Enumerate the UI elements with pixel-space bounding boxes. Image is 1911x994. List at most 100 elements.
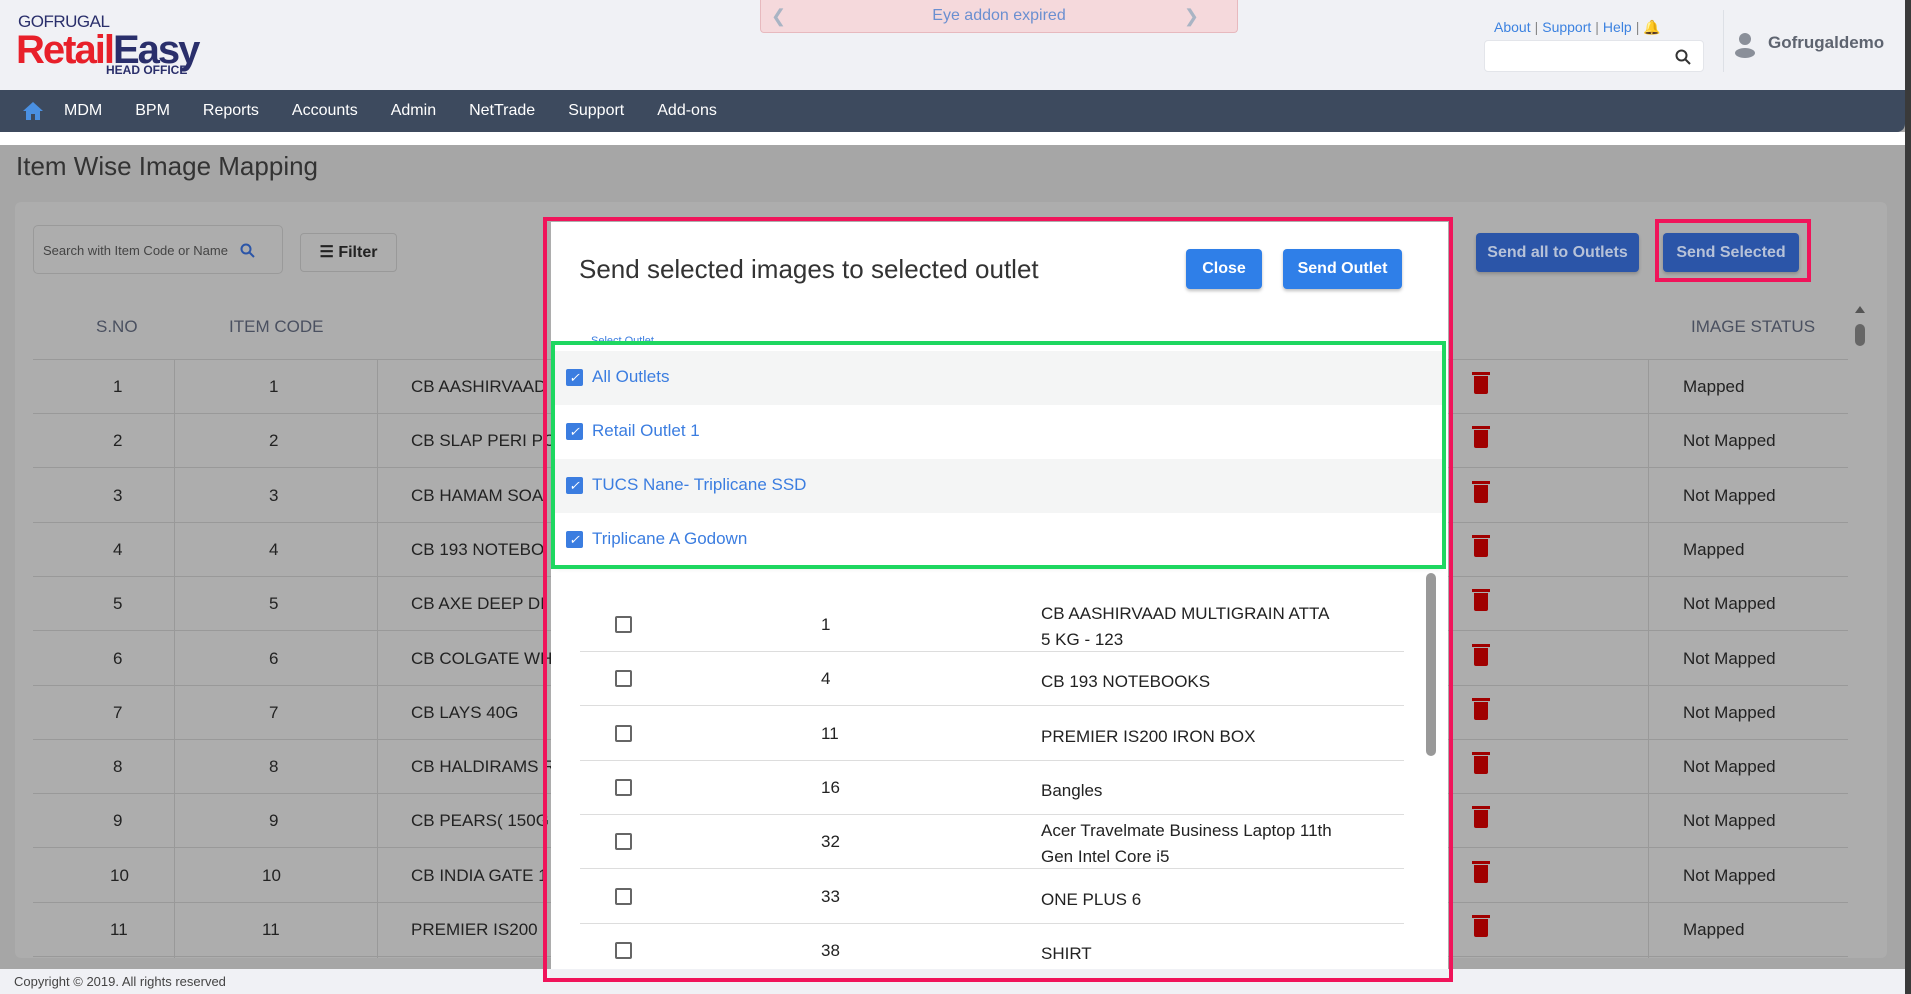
row-checkbox[interactable] (615, 833, 632, 851)
table-scrollbar[interactable] (1852, 300, 1868, 958)
scroll-up-icon[interactable] (1855, 306, 1865, 313)
row-checkbox[interactable] (615, 616, 632, 633)
row-checkbox[interactable] (615, 887, 632, 905)
cell-sno: 8 (113, 757, 123, 777)
trash-icon[interactable] (1472, 426, 1490, 449)
divider (1723, 10, 1724, 72)
cell-item-code: 1 (821, 615, 831, 634)
highlight-send-selected (1655, 219, 1811, 282)
filter-button[interactable]: ☰ Filter (300, 233, 397, 272)
cell-item-name: CB AASHIRVAAD MULTIGRAIN ATTA 5 KG - 123 (1041, 604, 1329, 649)
trash-icon[interactable] (1472, 534, 1490, 557)
column-header-item-code: ITEM CODE (229, 317, 324, 336)
modal-item-row[interactable]: 16 Bangles (580, 761, 1404, 815)
cell-item-code: 7 (269, 702, 279, 722)
cell-item-code: 33 (821, 886, 840, 906)
filter-icon: ☰ (319, 244, 334, 261)
cell-sno: 1 (113, 377, 123, 396)
nav-admin[interactable]: Admin (391, 102, 436, 120)
cell-item-name: CB HALDIRAMS R (411, 757, 556, 777)
nav-support[interactable]: Support (568, 102, 624, 120)
modal-item-row[interactable]: 38 SHIRT (580, 924, 1404, 969)
cell-item-code: 38 (821, 940, 840, 960)
modal-item-row[interactable]: 32 Acer Travelmate Business Laptop 11th … (580, 815, 1404, 870)
trash-icon[interactable] (1472, 915, 1490, 937)
about-link[interactable]: About (1494, 19, 1531, 35)
cell-item-code: 9 (269, 811, 279, 831)
row-checkbox[interactable] (615, 724, 632, 742)
scroll-thumb[interactable] (1855, 324, 1865, 346)
logo-subtitle: HEAD OFFICE (106, 63, 188, 77)
filter-label: Filter (338, 244, 378, 261)
modal-item-row[interactable]: 33 ONE PLUS 6 (580, 870, 1404, 924)
cell-item-code: 4 (269, 539, 279, 559)
nav-bpm[interactable]: BPM (135, 102, 170, 120)
cell-item-name: CB LAYS 40G (411, 702, 519, 722)
cell-item-name: PREMIER IS200 IRON BOX (1041, 726, 1256, 746)
help-link[interactable]: Help (1603, 19, 1632, 35)
cell-item-name: SHIRT (1041, 943, 1092, 963)
trash-icon[interactable] (1472, 589, 1490, 612)
item-search-input[interactable]: Search with Item Code or Name (33, 225, 283, 274)
modal-item-row[interactable]: 1 CB AASHIRVAAD MULTIGRAIN ATTA 5 KG - 1… (580, 598, 1404, 652)
user-name[interactable]: Gofrugaldemo (1768, 33, 1884, 53)
row-checkbox[interactable] (615, 778, 632, 796)
search-icon[interactable] (1675, 49, 1691, 65)
nav-nettrade[interactable]: NetTrade (469, 102, 535, 120)
send-outlet-button[interactable]: Send Outlet (1283, 249, 1402, 289)
cell-image-status: Mapped (1683, 920, 1745, 939)
close-button[interactable]: Close (1186, 249, 1262, 289)
trash-icon[interactable] (1472, 860, 1490, 883)
cell-image-status: Mapped (1683, 377, 1745, 396)
cell-item-name: Bangles (1041, 780, 1103, 800)
nav-accounts[interactable]: Accounts (292, 102, 358, 120)
cell-item-name: CB COLGATE WH (411, 648, 553, 668)
cell-item-code: 4 (821, 669, 831, 689)
trash-icon[interactable] (1472, 643, 1490, 666)
send-images-modal: Send selected images to selected outlet … (551, 222, 1448, 969)
trash-icon[interactable] (1472, 752, 1490, 775)
bell-icon[interactable]: 🔔 (1643, 19, 1660, 35)
modal-scrollbar[interactable] (1426, 573, 1436, 756)
search-icon[interactable] (240, 243, 255, 258)
home-icon[interactable] (22, 101, 44, 121)
trash-icon[interactable] (1472, 806, 1490, 829)
support-link[interactable]: Support (1542, 19, 1591, 35)
app-header: GOFRUGAL RetailEasy HEAD OFFICE ❮ Eye ad… (0, 0, 1905, 90)
cell-image-status: Not Mapped (1683, 757, 1776, 777)
chevron-left-icon[interactable]: ❮ (771, 0, 786, 32)
highlight-outlet-dropdown (551, 341, 1446, 569)
send-all-to-outlets-button[interactable]: Send all to Outlets (1476, 233, 1639, 272)
cell-item-code: 2 (269, 431, 279, 451)
logo-retail: Retail (16, 28, 115, 72)
cell-item-name: CB SLAP PERI PO (411, 431, 557, 451)
spacer (0, 132, 1905, 145)
trash-icon[interactable] (1472, 480, 1490, 503)
cell-image-status: Not Mapped (1683, 865, 1776, 885)
modal-item-row[interactable]: 11 PREMIER IS200 IRON BOX (580, 707, 1404, 761)
notification-banner: ❮ Eye addon expired ❯ (760, 0, 1238, 33)
main-nav: MDM BPM Reports Accounts Admin NetTrade … (0, 90, 1905, 132)
cell-sno: 5 (113, 594, 123, 614)
row-checkbox[interactable] (615, 670, 632, 688)
trash-icon[interactable] (1472, 372, 1490, 394)
user-icon (1735, 33, 1755, 58)
cell-item-code: 16 (821, 777, 840, 797)
search-placeholder: Search with Item Code or Name (43, 243, 228, 258)
nav-mdm[interactable]: MDM (64, 102, 102, 120)
chevron-right-icon[interactable]: ❯ (1184, 0, 1199, 32)
cell-image-status: Not Mapped (1683, 648, 1776, 668)
cell-sno: 7 (113, 702, 123, 722)
row-checkbox[interactable] (615, 941, 632, 959)
nav-reports[interactable]: Reports (203, 102, 259, 120)
cell-image-status: Not Mapped (1683, 702, 1776, 722)
cell-item-name: CB 193 NOTEBO (411, 539, 545, 559)
cell-image-status: Not Mapped (1683, 431, 1776, 451)
column-header-image-status: IMAGE STATUS (1691, 317, 1816, 336)
trash-icon[interactable] (1472, 697, 1490, 720)
global-search-input[interactable] (1484, 40, 1704, 72)
nav-addons[interactable]: Add-ons (657, 102, 717, 120)
modal-item-row[interactable]: 4 CB 193 NOTEBOOKS (580, 652, 1404, 707)
cell-item-name: CB PEARS( 150G (411, 811, 549, 831)
cell-item-code: 6 (269, 648, 279, 668)
